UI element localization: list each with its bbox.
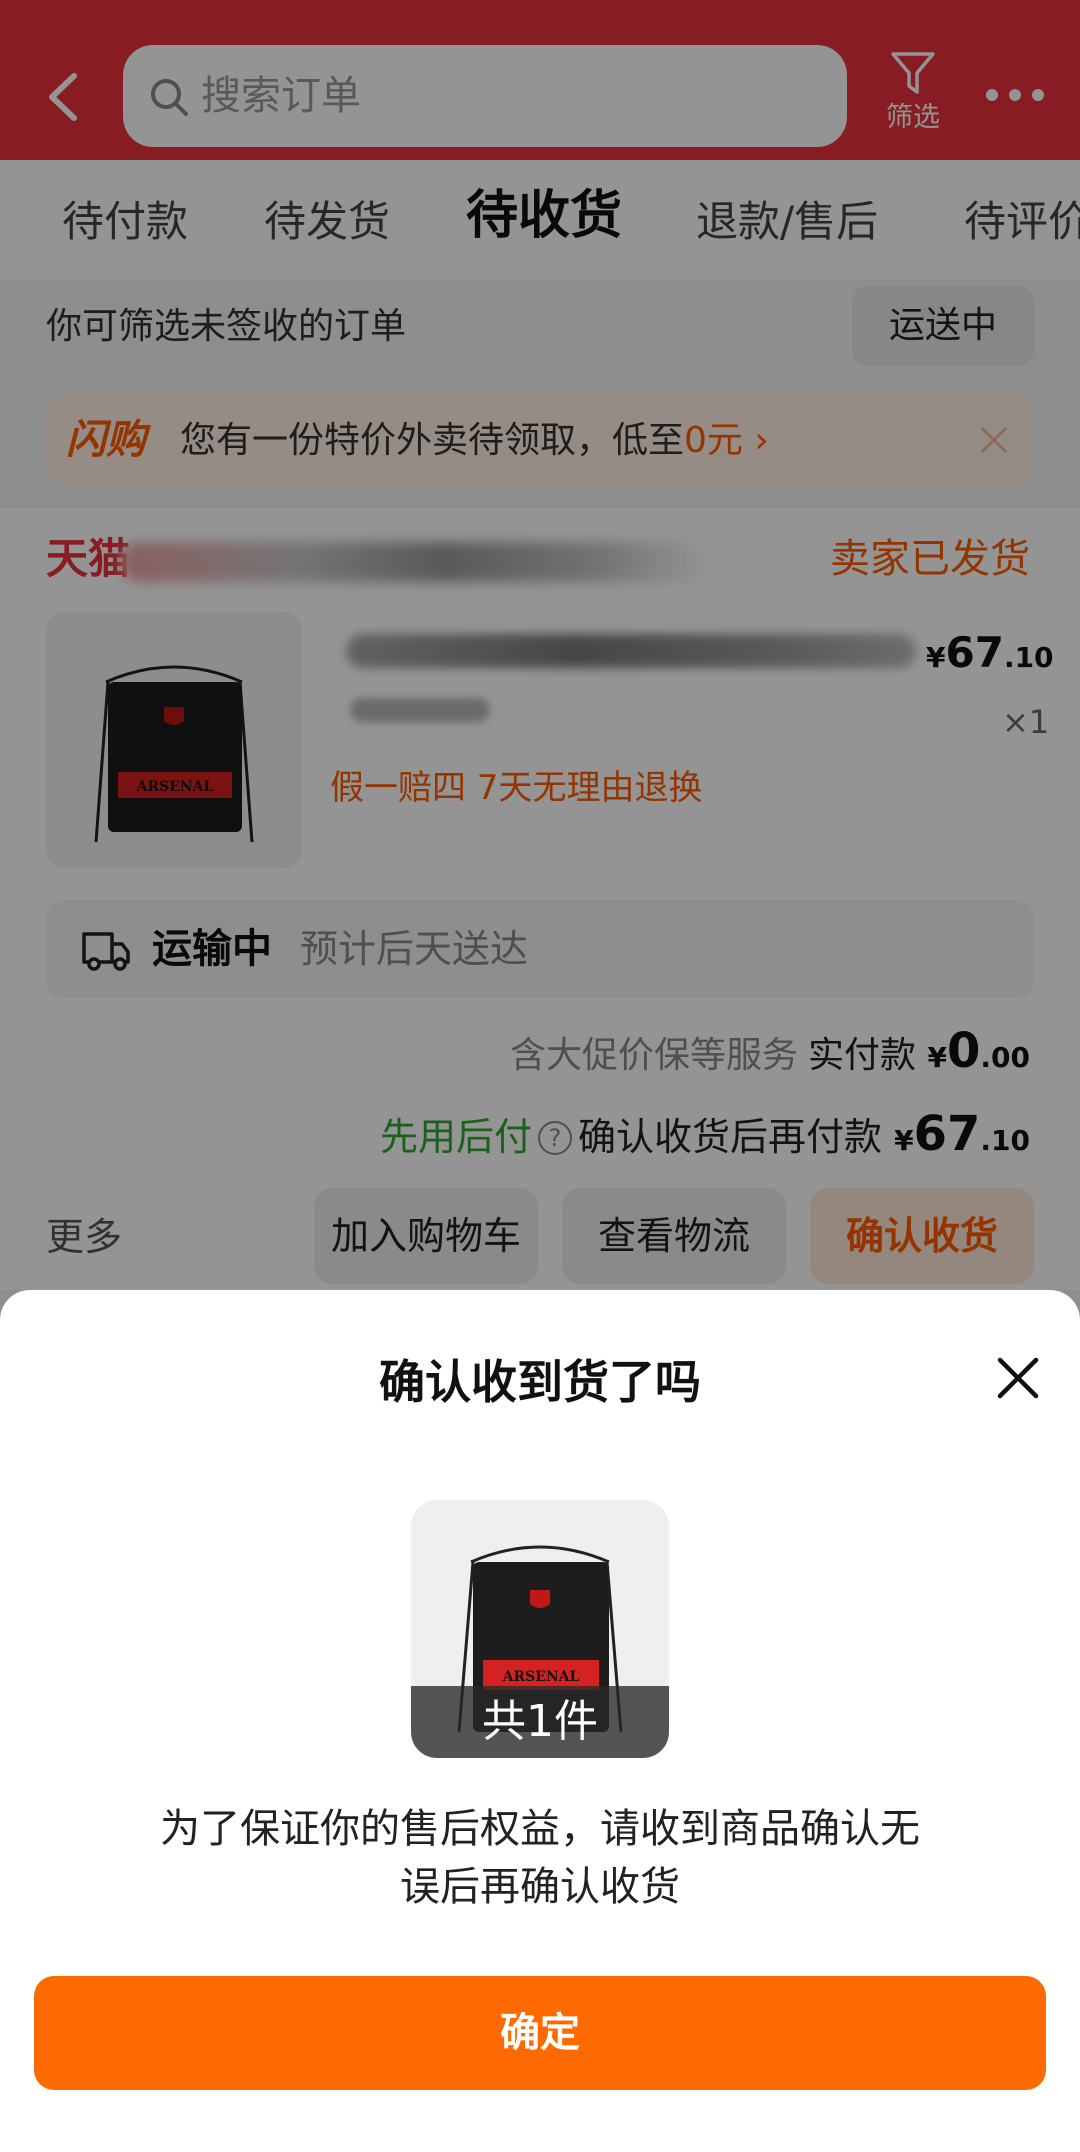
ok-button[interactable]: 确定 (34, 1976, 1046, 2090)
confirm-receipt-sheet: 确认收到货了吗 ARSENAL 共1件 为了保证你的售后权益，请收到商品确认无误… (0, 1290, 1080, 2152)
sheet-title: 确认收到货了吗 (379, 1355, 701, 1409)
bag-print-text: ARSENAL (502, 1669, 580, 1685)
sheet-product-image: ARSENAL 共1件 (411, 1500, 669, 1758)
close-icon[interactable] (994, 1354, 1042, 1402)
item-count-label: 共1件 (411, 1686, 669, 1758)
sheet-message: 为了保证你的售后权益，请收到商品确认无误后再确认收货 (160, 1806, 920, 1910)
